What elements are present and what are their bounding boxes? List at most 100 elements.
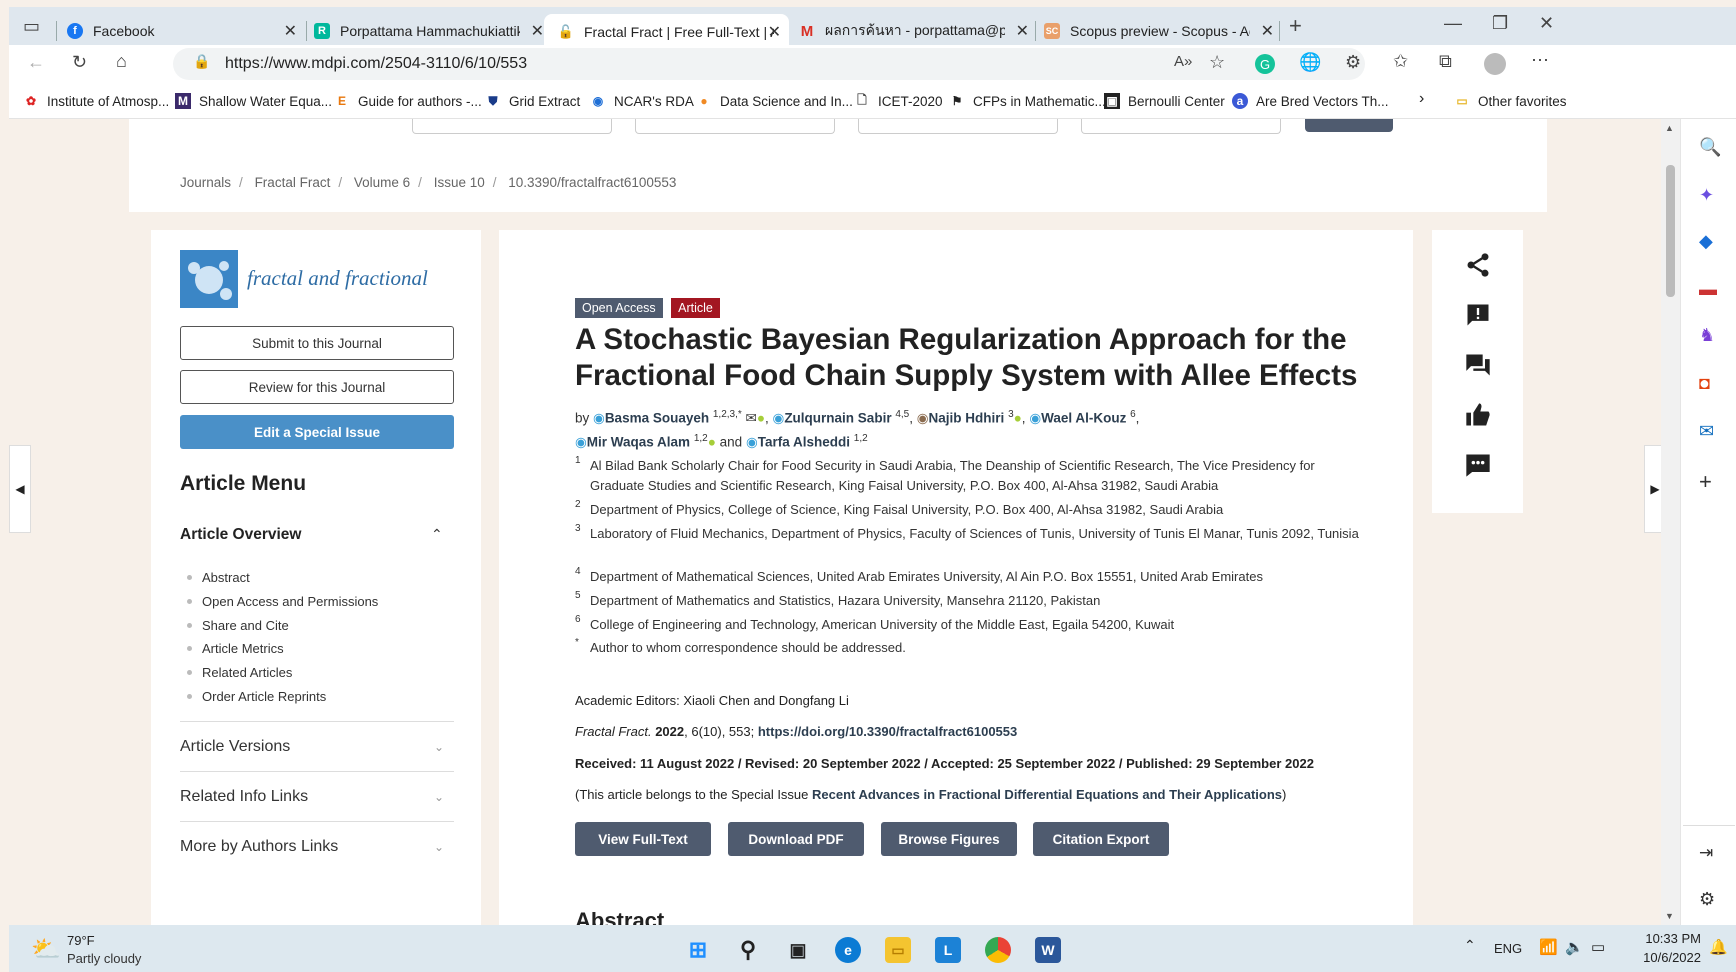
citation-export-button[interactable]: Citation Export bbox=[1033, 822, 1169, 856]
profile-avatar[interactable] bbox=[1484, 53, 1506, 75]
search-icon[interactable]: ⚲ bbox=[735, 937, 761, 963]
tab-researchgate[interactable]: R Porpattama Hammachukiattikul | ✕ bbox=[314, 15, 544, 47]
orcid-icon[interactable]: ● bbox=[708, 434, 716, 449]
volume-icon[interactable]: 🔈 bbox=[1565, 938, 1584, 956]
tab-facebook[interactable]: f Facebook ✕ bbox=[67, 15, 297, 47]
office-icon[interactable]: ◘ bbox=[1699, 373, 1710, 394]
edge-icon[interactable]: e bbox=[835, 937, 861, 963]
more-menu-icon[interactable]: ⋯ bbox=[1531, 50, 1549, 71]
new-tab-icon[interactable]: + bbox=[1289, 13, 1302, 39]
windows-start-icon[interactable]: ⊞ bbox=[685, 937, 711, 963]
clock-time[interactable]: 10:33 PM bbox=[1631, 931, 1701, 946]
bookmark-item[interactable]: ◉ NCAR's RDA bbox=[590, 93, 694, 109]
notifications-icon[interactable]: 🔔 bbox=[1709, 938, 1728, 956]
task-view-icon[interactable]: ▣ bbox=[785, 937, 811, 963]
author-name[interactable]: Zulqurnain Sabir bbox=[784, 411, 891, 426]
menu-item-share-cite[interactable]: Share and Cite bbox=[187, 618, 289, 633]
chevron-up-icon[interactable]: ⌃ bbox=[1464, 937, 1476, 954]
submit-button[interactable]: Submit to this Journal bbox=[180, 326, 454, 360]
clock-date[interactable]: 10/6/2022 bbox=[1631, 950, 1701, 965]
tools-icon[interactable]: ▬ bbox=[1699, 279, 1717, 300]
edit-special-issue-button[interactable]: Edit a Special Issue bbox=[180, 415, 454, 449]
games-icon[interactable]: ♞ bbox=[1699, 325, 1715, 346]
doi-link[interactable]: https://doi.org/10.3390/fractalfract6100… bbox=[758, 724, 1017, 739]
back-icon[interactable]: ← bbox=[27, 52, 45, 73]
author-name[interactable]: Wael Al-Kouz bbox=[1041, 411, 1126, 426]
bookmark-item[interactable]: ▣ Bernoulli Center bbox=[1104, 93, 1225, 109]
journal-logo-icon[interactable] bbox=[180, 250, 238, 308]
search-field[interactable] bbox=[858, 119, 1058, 134]
author-name[interactable]: Basma Souayeh bbox=[605, 411, 709, 426]
menu-item-open-access[interactable]: Open Access and Permissions bbox=[186, 594, 378, 609]
comments-icon[interactable] bbox=[1462, 350, 1494, 380]
settings-icon[interactable]: ⚙ bbox=[1699, 889, 1715, 910]
collections-icon[interactable]: ⧉ bbox=[1439, 51, 1452, 72]
close-window-icon[interactable]: ✕ bbox=[1539, 13, 1554, 34]
extension-globe-icon[interactable]: 🌐 bbox=[1299, 52, 1321, 73]
chevron-up-icon[interactable]: ⌃ bbox=[431, 526, 443, 543]
tab-actions-icon[interactable]: ▭ bbox=[23, 16, 40, 37]
search-icon[interactable]: 🔍 bbox=[1699, 137, 1721, 158]
left-collapse-tab[interactable]: ◀ bbox=[9, 445, 31, 533]
favorites-icon[interactable]: ✩ bbox=[1393, 51, 1408, 72]
search-button[interactable] bbox=[1305, 119, 1393, 132]
thumbs-up-icon[interactable] bbox=[1462, 400, 1494, 430]
close-tab-icon[interactable]: ✕ bbox=[284, 21, 297, 41]
breadcrumb-journal[interactable]: Fractal Fract bbox=[255, 175, 331, 190]
article-versions[interactable]: Article Versions ⌄ bbox=[180, 721, 454, 771]
home-icon[interactable]: ⌂ bbox=[116, 51, 127, 72]
related-info-links[interactable]: Related Info Links ⌄ bbox=[180, 771, 454, 821]
more-by-authors[interactable]: More by Authors Links ⌄ bbox=[180, 821, 454, 871]
restore-icon[interactable]: ❐ bbox=[1492, 13, 1508, 34]
special-issue-link[interactable]: Recent Advances in Fractional Differenti… bbox=[812, 787, 1282, 802]
add-favorite-icon[interactable]: ☆ bbox=[1209, 52, 1225, 73]
word-icon[interactable]: W bbox=[1035, 937, 1061, 963]
search-field[interactable] bbox=[635, 119, 835, 134]
grammarly-icon[interactable]: G bbox=[1255, 54, 1275, 74]
journal-name[interactable]: fractal and fractional bbox=[247, 266, 428, 291]
minimize-icon[interactable]: — bbox=[1444, 13, 1462, 34]
battery-icon[interactable]: ▭ bbox=[1591, 938, 1605, 956]
breadcrumb-volume[interactable]: Volume 6 bbox=[354, 175, 410, 190]
scroll-up-icon[interactable]: ▲ bbox=[1665, 123, 1674, 133]
tab-mdpi-active[interactable]: 🔓 Fractal Fract | Free Full-Text | A S ✕ bbox=[544, 14, 789, 49]
page-scrollbar[interactable]: ▲ ▼ bbox=[1661, 119, 1680, 925]
menu-item-abstract[interactable]: Abstract bbox=[187, 570, 250, 585]
discover-icon[interactable]: ✦ bbox=[1699, 185, 1714, 206]
lock-icon[interactable]: 🔒 bbox=[193, 53, 210, 70]
scroll-down-icon[interactable]: ▼ bbox=[1665, 911, 1674, 921]
breadcrumb-journals[interactable]: Journals bbox=[180, 175, 231, 190]
breadcrumb-issue[interactable]: Issue 10 bbox=[434, 175, 485, 190]
other-favorites[interactable]: ▭ Other favorites bbox=[1454, 93, 1566, 109]
chrome-icon[interactable] bbox=[985, 937, 1011, 963]
weather-temp[interactable]: 79°F bbox=[67, 933, 95, 948]
weather-desc[interactable]: Partly cloudy bbox=[67, 951, 141, 966]
bookmark-item[interactable]: ⚑ CFPs in Mathematic... bbox=[949, 93, 1106, 109]
close-tab-icon[interactable]: ✕ bbox=[1016, 21, 1029, 41]
author-name[interactable]: Tarfa Alsheddi bbox=[758, 434, 850, 449]
menu-item-related[interactable]: Related Articles bbox=[186, 665, 292, 680]
bookmark-item[interactable]: ✿ Institute of Atmosp... bbox=[23, 93, 169, 109]
refresh-icon[interactable]: ↻ bbox=[72, 52, 87, 73]
bookmark-item[interactable]: E Guide for authors -... bbox=[334, 93, 482, 109]
orcid-icon[interactable]: ● bbox=[757, 411, 765, 426]
bookmark-item[interactable]: ⛊ Grid Extract bbox=[485, 93, 580, 109]
weather-icon[interactable]: ⛅ bbox=[31, 935, 61, 964]
author-name[interactable]: Mir Waqas Alam bbox=[587, 434, 690, 449]
share-icon[interactable] bbox=[1462, 250, 1494, 280]
bookmark-item[interactable]: M Shallow Water Equa... bbox=[175, 93, 332, 109]
tab-gmail[interactable]: M ผลการค้นหา - porpattama@pkru. ✕ bbox=[799, 15, 1029, 47]
outlook-icon[interactable]: ✉ bbox=[1699, 421, 1714, 442]
close-tab-icon[interactable]: ✕ bbox=[531, 21, 544, 41]
email-icon[interactable]: ✉ bbox=[742, 411, 757, 426]
close-tab-icon[interactable]: ✕ bbox=[1261, 21, 1274, 41]
author-name[interactable]: Najib Hdhiri bbox=[929, 411, 1005, 426]
chat-icon[interactable] bbox=[1462, 450, 1494, 480]
extensions-icon[interactable]: ⚙ bbox=[1345, 52, 1361, 73]
report-icon[interactable] bbox=[1462, 300, 1494, 330]
shopping-icon[interactable]: ◆ bbox=[1699, 231, 1713, 252]
bookmark-item[interactable]: 🗋 ICET-2020 bbox=[854, 93, 942, 109]
right-collapse-tab[interactable]: ▶ bbox=[1644, 445, 1661, 533]
search-field[interactable] bbox=[1081, 119, 1281, 134]
language-indicator[interactable]: ENG bbox=[1494, 941, 1522, 956]
